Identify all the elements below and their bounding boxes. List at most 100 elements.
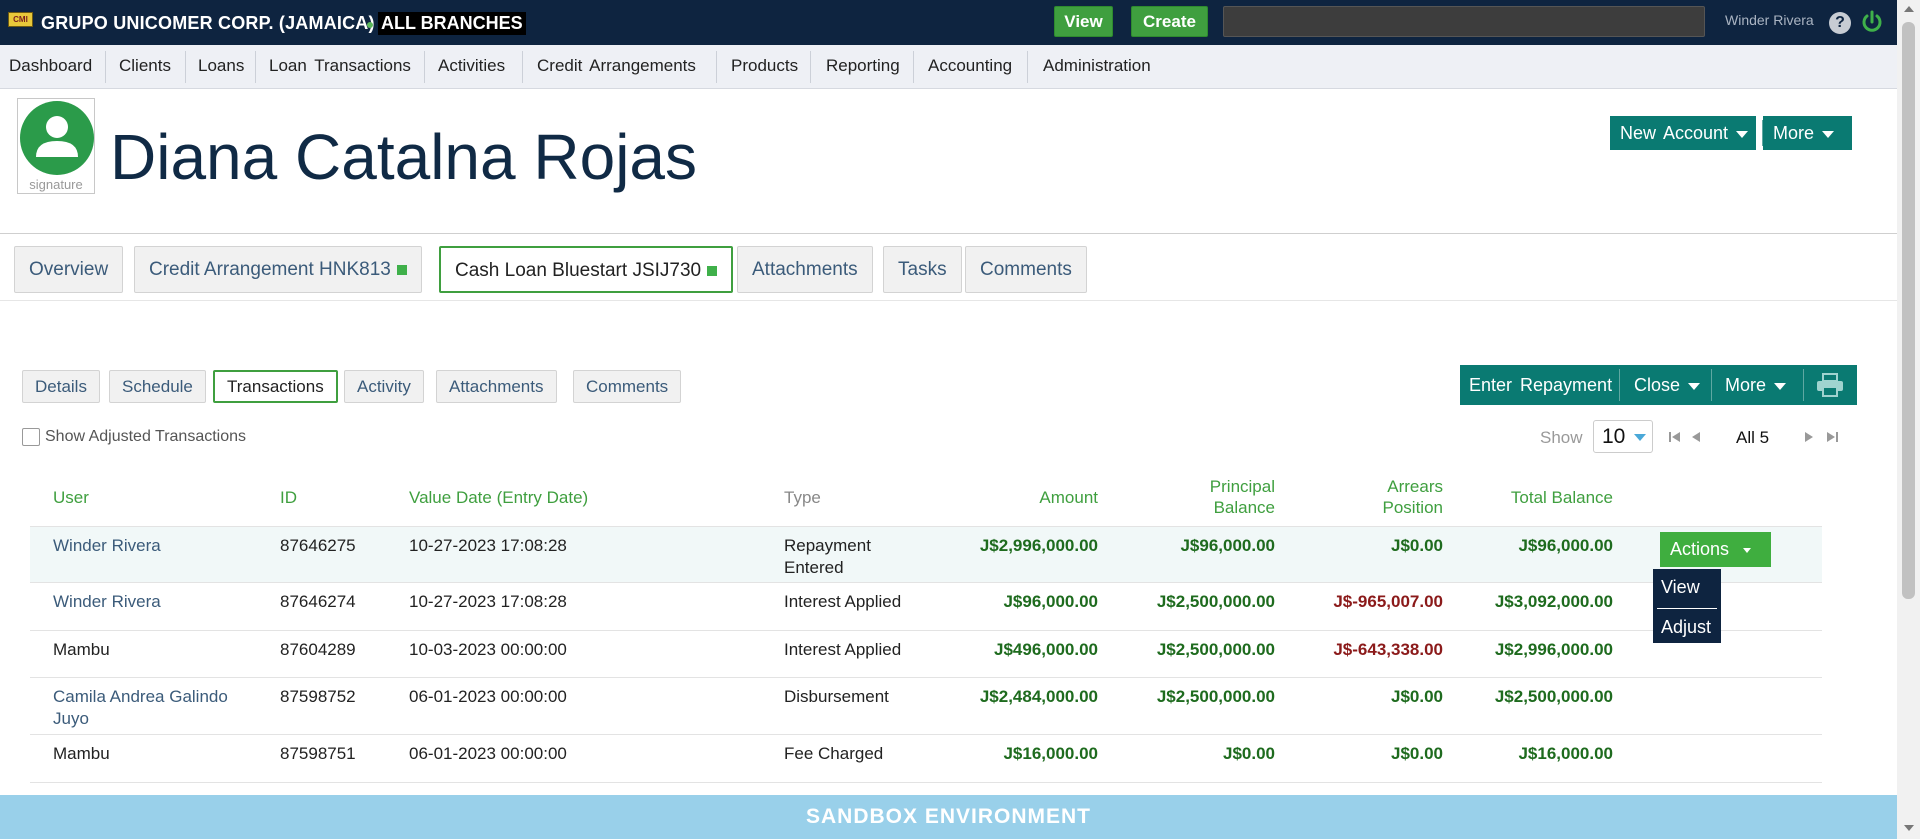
nav-accounting[interactable]: Accounting [928,56,1022,76]
nav-administration[interactable]: Administration [1043,56,1161,76]
nav-reporting[interactable]: Reporting [826,56,910,76]
table-row: Mambu 87604289 10-03-2023 00:00:00 Inter… [30,631,1822,678]
nav-divider [255,51,256,83]
subtab-activity[interactable]: Activity [344,370,424,403]
row-type-line: Entered [784,558,844,577]
user-silhouette-icon [36,116,78,157]
nav-dashboard[interactable]: Dashboard [9,56,102,76]
column-header-total-balance[interactable]: Total Balance [1470,487,1613,508]
chevron-down-icon [1743,547,1752,553]
show-adjusted-checkbox[interactable] [22,428,40,446]
actions-menu: View Adjust [1653,569,1721,643]
row-principal-balance: J$96,000.00 [1180,536,1275,555]
page-info: All 5 [1736,428,1770,447]
tab-comments[interactable]: Comments [965,246,1087,293]
status-marker-icon [707,265,718,276]
scroll-up-icon[interactable] [1904,6,1914,12]
search-input[interactable] [1223,6,1705,37]
row-amount: J$2,996,000.00 [979,536,1098,555]
menu-item-view[interactable]: View [1661,577,1700,598]
nav-divider [424,51,425,83]
power-icon[interactable] [1860,10,1884,34]
print-icon[interactable] [1816,373,1844,397]
close-button[interactable]: Close [1634,365,1701,405]
next-page-icon[interactable] [1802,430,1816,444]
row-amount: J$496,000.00 [994,640,1098,659]
header-divider [0,233,1897,234]
nav-divider [105,51,106,83]
subtab-details[interactable]: Details [22,370,100,403]
column-header-type[interactable]: Type [784,487,821,508]
subtab-schedule[interactable]: Schedule [109,370,206,403]
nav-divider [913,51,914,83]
table-row: Mambu 87598751 06-01-2023 00:00:00 Fee C… [30,735,1822,783]
actions-button[interactable]: Actions [1660,532,1771,567]
column-header-value-date[interactable]: Value Date (Entry Date) [409,487,588,508]
row-total-balance: J$3,092,000.00 [1494,592,1613,611]
page-size-value: 10 [1602,425,1626,448]
client-avatar[interactable]: signature [17,98,95,194]
column-header-amount[interactable]: Amount [960,487,1098,508]
row-user-link[interactable]: Winder Rivera [53,535,161,557]
nav-clients[interactable]: Clients [119,56,181,76]
create-button[interactable]: Create [1131,6,1208,37]
current-user[interactable]: Winder Rivera [1725,12,1814,28]
subtab-transactions[interactable]: Transactions [213,370,338,403]
avatar-caption: signature [29,177,83,192]
nav-loan-transactions[interactable]: Loan Transactions [269,56,421,76]
row-user-link[interactable]: Camila Andrea Galindo Juyo [53,686,228,730]
toolbar-divider [1803,369,1804,401]
row-total-balance: J$2,996,000.00 [1494,640,1613,659]
page-scrollbar[interactable] [1897,0,1920,839]
last-page-icon[interactable] [1825,430,1839,444]
scroll-down-icon[interactable] [1904,825,1914,831]
chevron-down-icon [1736,130,1749,138]
row-type: Interest Applied [784,640,902,659]
row-user-link[interactable]: Winder Rivera [53,591,161,613]
more-actions-button[interactable]: More [1763,116,1852,150]
chevron-down-icon [1634,434,1646,441]
scrollbar-thumb[interactable] [1902,22,1915,599]
tab-credit-arrangement[interactable]: Credit Arrangement HNK813 [134,246,422,293]
row-arrears-position: J$0.00 [1391,687,1443,706]
row-id: 87646275 [280,536,356,555]
tabs-divider [0,300,1897,301]
new-account-button[interactable]: New Account [1610,116,1756,150]
client-name-title: Diana Catalna Rojas [110,121,697,193]
nav-loans[interactable]: Loans [198,56,254,76]
nav-credit-arrangements[interactable]: Credit Arrangements [537,56,706,76]
previous-page-icon[interactable] [1689,430,1703,444]
row-user-line: Camila Andrea Galindo [53,687,228,706]
actions-label: Actions [1670,539,1730,559]
branch-selector[interactable]: ALL BRANCHES [378,12,526,35]
subtab-comments[interactable]: Comments [573,370,682,403]
row-value-date: 06-01-2023 00:00:00 [409,744,567,763]
column-header-id[interactable]: ID [280,487,297,508]
menu-item-adjust[interactable]: Adjust [1661,617,1711,638]
column-header-principal-balance[interactable]: Principal Balance [1135,476,1275,518]
new-account-label: New Account [1620,123,1729,143]
first-page-icon[interactable] [1668,430,1682,444]
toolbar-more-button[interactable]: More [1725,365,1787,405]
tab-cash-loan[interactable]: Cash Loan Bluestart JSIJ730 [439,246,734,293]
nav-activities[interactable]: Activities [438,56,515,76]
row-principal-balance: J$2,500,000.00 [1156,592,1275,611]
subtab-attachments[interactable]: Attachments [436,370,557,403]
column-header-arrears-position[interactable]: Arrears Position [1305,476,1443,518]
enter-repayment-button[interactable]: Enter Repayment [1469,365,1612,405]
more-label: More [1773,123,1815,143]
help-icon[interactable]: ? [1829,12,1851,34]
nav-products[interactable]: Products [731,56,808,76]
tab-overview[interactable]: Overview [14,246,124,293]
page-size-select[interactable]: 10 [1593,420,1653,453]
row-id: 87604289 [280,640,356,659]
column-header-user[interactable]: User [53,487,89,508]
row-id: 87598752 [280,687,356,706]
row-total-balance: J$2,500,000.00 [1494,687,1613,706]
row-id: 87598751 [280,744,356,763]
tab-tasks[interactable]: Tasks [883,246,962,293]
tab-attachments[interactable]: Attachments [737,246,873,293]
tab-label: Tasks [898,259,947,280]
view-button[interactable]: View [1054,6,1113,37]
top-bar: CMI GRUPO UNICOMER CORP. (JAMAICA) ALL B… [0,0,1897,45]
